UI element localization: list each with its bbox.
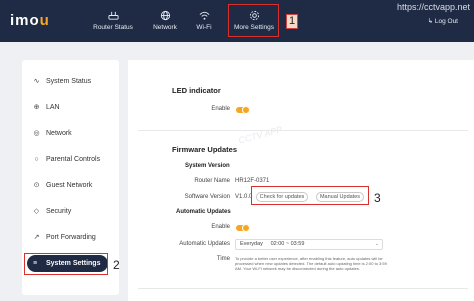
highlight-box-system-settings (24, 253, 108, 275)
led-section-title: LED indicator (172, 86, 221, 95)
auto-update-toggle[interactable] (236, 224, 250, 232)
highlight-box-more-settings (228, 4, 279, 37)
time-note: To provide a better user experience, aft… (235, 256, 387, 271)
user-icon: ⊙ (33, 182, 40, 189)
router-name-label: Router Name (194, 178, 230, 184)
sidebar-item-label: LAN (46, 104, 60, 111)
auto-enable-label: Enable (211, 224, 230, 230)
globe-icon: ⊕ (33, 104, 40, 111)
software-version-label: Software Version (184, 194, 230, 200)
globe-icon (160, 10, 170, 21)
time-label: Time (216, 256, 230, 262)
sidebar-item-label: Network (46, 130, 72, 137)
led-enable-toggle[interactable] (236, 106, 250, 114)
shield-icon: ○ (34, 156, 39, 163)
wifi-icon (199, 11, 209, 20)
lock-icon: ◇ (33, 208, 40, 215)
sidebar-item-guest-network[interactable]: ⊙ Guest Network (32, 181, 93, 190)
annotation-number-1: 1 (286, 14, 299, 29)
source-url-watermark: https://cctvapp.net (396, 2, 470, 12)
sidebar-item-lan[interactable]: ⊕ LAN (32, 103, 60, 112)
annotation-number-3: 3 (374, 191, 381, 205)
nav-network[interactable]: Network (150, 10, 180, 31)
sidebar-item-label: Port Forwarding (46, 234, 96, 241)
sidebar-item-label: System Status (46, 78, 92, 85)
led-enable-label: Enable (211, 106, 230, 112)
nav-wifi[interactable]: Wi-Fi (192, 10, 216, 31)
nav-label: Wi-Fi (196, 24, 212, 31)
nav-label: Router Status (93, 24, 133, 31)
network-icon: ◎ (33, 130, 40, 137)
auto-update-schedule-select[interactable]: Everyday 02:00 ~ 03:59 ⌄ (235, 239, 383, 250)
firmware-section-title: Firmware Updates (172, 145, 238, 154)
section-divider (138, 130, 468, 131)
logo-text: imo (10, 12, 40, 29)
schedule-day: Everyday (240, 241, 263, 247)
logout-button[interactable]: ↳ Log Out (428, 17, 458, 25)
logo-dot: u (39, 12, 50, 29)
logout-label: Log Out (434, 18, 458, 25)
sidebar-item-parental-controls[interactable]: ○ Parental Controls (32, 155, 100, 164)
sidebar-item-label: Security (46, 208, 72, 215)
automatic-updates-title: Automatic Updates (176, 209, 231, 215)
sidebar-item-network[interactable]: ◎ Network (32, 129, 72, 138)
automatic-updates-label: Automatic Updates (179, 241, 230, 247)
schedule-time: 02:00 ~ 03:59 (270, 241, 305, 247)
software-version-value: V1.0.0 (235, 194, 253, 200)
sidebar-item-port-forwarding[interactable]: ↗ Port Forwarding (32, 233, 96, 242)
sidebar-item-system-status[interactable]: ∿ System Status (32, 77, 92, 86)
arrow-icon: ↗ (33, 234, 40, 241)
imou-logo[interactable]: imou (10, 12, 50, 29)
nav-label: Network (153, 24, 177, 31)
sidebar-item-label: Guest Network (46, 182, 93, 189)
chevron-down-icon: ⌄ (374, 241, 379, 247)
section-divider-bottom (138, 288, 468, 289)
logout-icon: ↳ (427, 18, 434, 25)
system-version-title: System Version (185, 163, 230, 169)
annotation-number-2: 2 (113, 258, 120, 272)
router-name-value: HR12F-0371 (235, 178, 270, 184)
highlight-box-update-buttons (251, 186, 369, 205)
router-icon (107, 11, 119, 20)
sidebar-item-security[interactable]: ◇ Security (32, 207, 72, 216)
pulse-icon: ∿ (33, 78, 40, 85)
sidebar-item-label: Parental Controls (46, 156, 101, 163)
nav-router-status[interactable]: Router Status (93, 10, 133, 31)
